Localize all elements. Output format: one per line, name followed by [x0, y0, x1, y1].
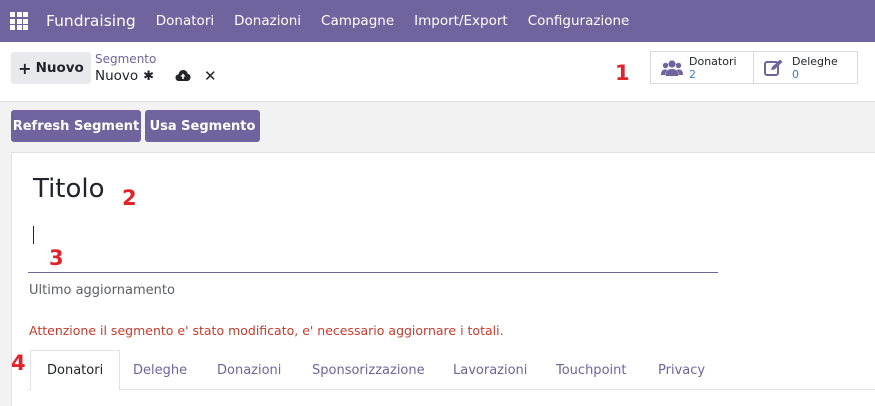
plus-icon: +: [18, 58, 32, 78]
tab-deleghe[interactable]: Deleghe: [117, 350, 203, 390]
tab-touchpoint[interactable]: Touchpoint: [540, 350, 642, 390]
stat-value: 0: [792, 67, 799, 81]
menu-import-export[interactable]: Import/Export: [414, 13, 508, 29]
last-update-label: Ultimo aggiornamento: [29, 283, 175, 298]
new-button[interactable]: + Nuovo: [11, 52, 91, 84]
top-navbar: Fundraising Donatori Donazioni Campagne …: [0, 0, 875, 42]
form-title: Titolo: [33, 174, 105, 204]
breadcrumb-current-label: Nuovo: [95, 68, 139, 84]
warning-message: Attenzione il segmento e' stato modifica…: [29, 323, 504, 338]
gear-icon[interactable]: ✱: [143, 69, 154, 84]
notebook-tabs: Donatori Deleghe Donazioni Sponsorizzazi…: [28, 350, 875, 391]
segment-name-input[interactable]: [28, 219, 718, 273]
menu-configurazione[interactable]: Configurazione: [528, 13, 630, 29]
new-button-label: Nuovo: [35, 60, 84, 76]
tab-donatori[interactable]: Donatori: [30, 350, 121, 391]
save-cloud-icon[interactable]: [175, 69, 191, 86]
stat-label: Deleghe: [792, 54, 838, 68]
stat-value: 2: [689, 67, 696, 81]
menu-donazioni[interactable]: Donazioni: [234, 13, 301, 29]
discard-icon[interactable]: ✕: [204, 67, 217, 85]
tab-privacy[interactable]: Privacy: [642, 350, 721, 390]
tab-donazioni[interactable]: Donazioni: [201, 350, 297, 390]
menu-donatori[interactable]: Donatori: [156, 13, 214, 29]
control-panel: + Nuovo Segmento Nuovo ✱ ✕ 1 Donatori 2: [0, 42, 875, 102]
form-sheet: Titolo 2 3 Ultimo aggiornamento Attenzio…: [11, 152, 875, 406]
text-caret: [33, 226, 34, 244]
refresh-segment-button[interactable]: Refresh Segment: [11, 110, 141, 142]
tab-lavorazioni[interactable]: Lavorazioni: [437, 350, 543, 390]
annotation-marker-3: 3: [49, 246, 64, 270]
app-name[interactable]: Fundraising: [46, 12, 136, 30]
annotation-marker-2: 2: [122, 186, 137, 210]
users-icon: [661, 59, 683, 77]
stat-button-donatori[interactable]: Donatori 2: [650, 51, 754, 84]
menu-campagne[interactable]: Campagne: [321, 13, 394, 29]
tab-sponsorizzazione[interactable]: Sponsorizzazione: [296, 350, 441, 390]
edit-icon: [764, 59, 786, 77]
stat-button-deleghe[interactable]: Deleghe 0: [753, 51, 858, 84]
use-segment-button[interactable]: Usa Segmento: [145, 110, 260, 142]
stat-label: Donatori: [689, 54, 737, 68]
breadcrumb-parent[interactable]: Segmento: [95, 52, 156, 66]
app-grid-icon[interactable]: [10, 12, 28, 30]
action-bar: Refresh Segment Usa Segmento: [0, 102, 875, 152]
breadcrumb-current: Nuovo ✱: [95, 68, 154, 84]
annotation-marker-1: 1: [615, 61, 630, 85]
annotation-marker-4: 4: [11, 351, 26, 375]
